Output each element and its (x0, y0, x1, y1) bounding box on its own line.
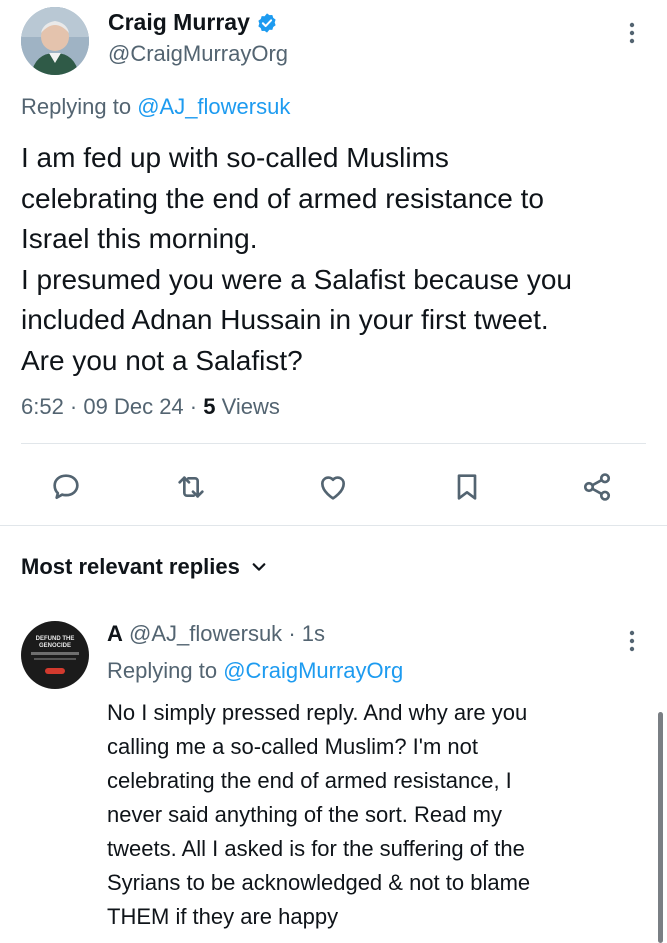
heart-icon (320, 476, 346, 500)
tweet-text-line: I presumed you were a Salafist because y… (21, 263, 572, 295)
reply-text-line: celebrating the end of armed resistance,… (107, 768, 512, 793)
verified-badge-icon (258, 12, 276, 33)
reply-header: A @AJ_flowersuk · 1s (107, 621, 325, 647)
tweet-text-line: Israel this morning. (21, 223, 258, 254)
reply-author-avatar[interactable]: DEFUND THE GENOCIDE (21, 621, 89, 689)
reply-text-line: tweets. All I asked is for the suffering… (107, 836, 525, 861)
reply-text-line: No I simply pressed reply. And why are y… (107, 700, 528, 725)
reply-timestamp[interactable]: · 1s (288, 621, 325, 646)
replying-to-mention[interactable]: @CraigMurrayOrg (223, 658, 403, 683)
more-options-icon[interactable] (622, 626, 642, 656)
avatar-lettering: DEFUND THE GENOCIDE (35, 636, 75, 649)
author-handle[interactable]: @CraigMurrayOrg (108, 41, 288, 67)
chevron-down-icon (252, 563, 266, 571)
reply-replying-to-line: Replying to @CraigMurrayOrg (107, 658, 403, 684)
author-name-row: Craig Murray (108, 9, 278, 36)
replying-to-prefix: Replying to (107, 658, 224, 683)
views-count: 5 (203, 394, 216, 419)
author-avatar[interactable] (21, 7, 89, 75)
share-button[interactable] (580, 470, 614, 504)
replying-to-line: Replying to @AJ_flowersuk (21, 94, 290, 120)
like-button[interactable] (316, 470, 350, 504)
bookmark-icon (457, 474, 477, 500)
author-display-name[interactable]: Craig Murray (108, 9, 250, 36)
more-options-icon[interactable] (622, 18, 642, 48)
reply-text-line: calling me a so-called Muslim? I'm not (107, 734, 479, 759)
author-photo (21, 7, 89, 75)
avatar-decoration (34, 658, 76, 660)
tweet-meta: 6:52 · 09 Dec 24 · 5 Views (21, 394, 280, 420)
avatar-decoration (31, 652, 79, 655)
replying-to-prefix: Replying to (21, 94, 138, 119)
retweet-icon (178, 476, 204, 498)
tweet-text-line: I am fed up with so-called Muslims (21, 142, 449, 173)
replies-sort-dropdown[interactable]: Most relevant replies (21, 554, 268, 580)
share-icon (583, 473, 611, 501)
bookmark-button[interactable] (450, 470, 484, 504)
views-label: Views (215, 394, 280, 419)
tweet-text-line: celebrating the end of armed resistance … (21, 182, 544, 214)
reply-button[interactable] (49, 470, 83, 504)
divider (0, 525, 667, 526)
tweet-timestamp[interactable]: 6:52 · 09 Dec 24 · (21, 394, 203, 419)
reply-author-handle[interactable]: @AJ_flowersuk (129, 621, 282, 646)
tweet-text-line: Are you not a Salafist? (21, 344, 303, 376)
tweet-text-line: included Adnan Hussain in your first twe… (21, 304, 549, 335)
reply-text-line: never said anything of the sort. Read my (107, 802, 502, 827)
divider (21, 443, 646, 444)
replying-to-mention[interactable]: @AJ_flowersuk (137, 94, 290, 119)
reply-text-line: Syrians to be acknowledged & not to blam… (107, 870, 531, 895)
avatar-decoration (45, 668, 65, 674)
reply-text-line: THEM if they are happy (107, 904, 339, 929)
replies-sort-label: Most relevant replies (21, 554, 240, 579)
tweet-body: I am fed up with so-called Muslims celeb… (21, 138, 651, 381)
retweet-button[interactable] (174, 470, 208, 504)
speech-bubble-icon (53, 474, 79, 499)
reply-author-name[interactable]: A (107, 621, 123, 646)
scrollbar[interactable] (658, 712, 663, 943)
reply-body: No I simply pressed reply. And why are y… (107, 696, 637, 934)
